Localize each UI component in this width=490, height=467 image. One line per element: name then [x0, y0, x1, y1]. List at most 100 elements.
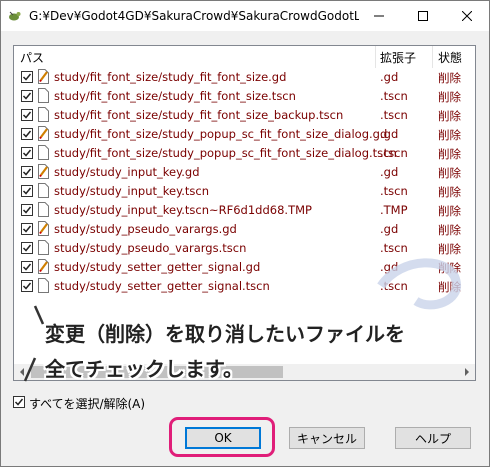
title-bar[interactable]: G:¥Dev¥Godot4GD¥SakuraCrowd¥SakuraCrowdG… — [1, 1, 489, 31]
row-status: 削除 — [438, 242, 461, 256]
row-status: 削除 — [438, 166, 461, 180]
row-extension: .gd — [380, 165, 399, 179]
row-path: study/study_setter_getter_signal.tscn — [54, 279, 270, 293]
file-icon — [38, 183, 49, 198]
row-status: 削除 — [438, 90, 461, 104]
checkmark-icon — [22, 149, 32, 157]
ok-button[interactable]: OK — [185, 427, 261, 449]
row-extension: .gd — [380, 222, 399, 236]
row-path: study/fit_font_size/study_popup_sc_fit_f… — [54, 146, 397, 160]
column-header-extension[interactable]: 拡張子 — [380, 49, 416, 66]
file-icon — [38, 202, 49, 217]
file-icon — [38, 278, 49, 293]
dialog-window: G:¥Dev¥Godot4GD¥SakuraCrowd¥SakuraCrowdG… — [0, 0, 490, 467]
script-icon — [38, 164, 49, 179]
annotation-line-2: 全てチェックします。 — [45, 357, 243, 381]
row-extension: .gd — [380, 127, 399, 141]
row-extension: .tscn — [380, 146, 408, 160]
row-path: study/fit_font_size/study_fit_font_size_… — [54, 108, 344, 122]
minimize-icon — [374, 15, 384, 17]
row-status: 削除 — [438, 147, 461, 161]
row-checkbox[interactable] — [21, 147, 33, 159]
row-extension: .tscn — [380, 241, 408, 255]
scroll-right-icon[interactable] — [463, 368, 471, 376]
row-extension: .tscn — [380, 184, 408, 198]
file-icon — [38, 240, 49, 255]
help-button[interactable]: ヘルプ — [395, 427, 471, 449]
file-icon — [38, 107, 49, 122]
select-all-label[interactable]: すべてを選択/解除(A) — [29, 395, 145, 412]
row-checkbox[interactable] — [21, 261, 33, 273]
script-icon — [38, 221, 49, 236]
row-extension: .tscn — [380, 89, 408, 103]
row-checkbox[interactable] — [21, 71, 33, 83]
annotation-line-1: 変更（削除）を取り消したいファイルを — [45, 322, 405, 346]
row-path: study/study_setter_getter_signal.gd — [54, 260, 261, 274]
row-checkbox[interactable] — [21, 166, 33, 178]
list-header: パス 拡張子 状態 — [14, 46, 475, 68]
column-divider[interactable] — [375, 46, 376, 68]
checkmark-icon — [22, 282, 32, 290]
row-checkbox[interactable] — [21, 109, 33, 121]
checkmark-icon — [22, 130, 32, 138]
row-status: 削除 — [438, 71, 461, 85]
list-item[interactable]: study/fit_font_size/study_fit_font_size.… — [14, 68, 475, 87]
checkmark-icon — [22, 73, 32, 81]
list-item[interactable]: study/study_pseudo_varargs.gd .gd 削除 — [14, 220, 475, 239]
checkmark-icon — [22, 206, 32, 214]
script-icon — [38, 69, 49, 84]
row-checkbox[interactable] — [21, 90, 33, 102]
maximize-button[interactable] — [401, 1, 445, 31]
maximize-icon — [418, 11, 428, 21]
row-checkbox[interactable] — [21, 242, 33, 254]
row-extension: .gd — [380, 70, 399, 84]
checkmark-icon — [22, 225, 32, 233]
row-path: study/fit_font_size/study_fit_font_size.… — [54, 89, 296, 103]
checkmark-icon — [22, 263, 32, 271]
checkmark-icon — [22, 111, 32, 119]
cancel-button[interactable]: キャンセル — [289, 427, 365, 449]
select-all-checkbox[interactable] — [13, 396, 25, 408]
script-icon — [38, 126, 49, 141]
row-path: study/study_input_key.tscn — [54, 184, 210, 198]
row-path: study/study_pseudo_varargs.gd — [54, 222, 237, 236]
checkmark-icon — [22, 168, 32, 176]
list-item[interactable]: study/fit_font_size/study_fit_font_size_… — [14, 106, 475, 125]
row-status: 削除 — [438, 109, 461, 123]
row-checkbox[interactable] — [21, 128, 33, 140]
list-item[interactable]: study/study_input_key.tscn .tscn 削除 — [14, 182, 475, 201]
column-header-status[interactable]: 状態 — [438, 49, 462, 66]
row-checkbox[interactable] — [21, 204, 33, 216]
list-item[interactable]: study/fit_font_size/study_popup_sc_fit_f… — [14, 144, 475, 163]
row-extension: .TMP — [380, 203, 408, 217]
row-path: study/fit_font_size/study_fit_font_size.… — [54, 70, 287, 84]
row-checkbox[interactable] — [21, 280, 33, 292]
tortoise-app-icon — [9, 11, 21, 21]
minimize-button[interactable] — [357, 1, 401, 31]
window-title: G:¥Dev¥Godot4GD¥SakuraCrowd¥SakuraCrowdG… — [29, 9, 359, 23]
list-item[interactable]: study/study_input_key.gd .gd 削除 — [14, 163, 475, 182]
file-icon — [38, 88, 49, 103]
row-path: study/study_input_key.tscn~RF6d1dd68.TMP — [54, 203, 312, 217]
file-icon — [38, 145, 49, 160]
close-button[interactable] — [445, 1, 489, 31]
list-item[interactable]: study/fit_font_size/study_popup_sc_fit_f… — [14, 125, 475, 144]
row-path: study/study_pseudo_varargs.tscn — [54, 241, 247, 255]
checkmark-icon — [22, 187, 32, 195]
row-status: 削除 — [438, 128, 461, 142]
row-checkbox[interactable] — [21, 223, 33, 235]
list-item[interactable]: study/study_input_key.tscn~RF6d1dd68.TMP… — [14, 201, 475, 220]
row-extension: .tscn — [380, 108, 408, 122]
decorative-swirl — [377, 258, 461, 310]
checkmark-icon — [22, 244, 32, 252]
row-status: 削除 — [438, 185, 461, 199]
row-path: study/study_input_key.gd — [54, 165, 200, 179]
row-status: 削除 — [438, 223, 461, 237]
script-icon — [38, 259, 49, 274]
row-checkbox[interactable] — [21, 185, 33, 197]
column-divider[interactable] — [432, 46, 433, 68]
list-item[interactable]: study/fit_font_size/study_fit_font_size.… — [14, 87, 475, 106]
close-icon — [462, 11, 472, 21]
column-header-path[interactable]: パス — [20, 49, 44, 66]
checkmark-icon — [22, 92, 32, 100]
